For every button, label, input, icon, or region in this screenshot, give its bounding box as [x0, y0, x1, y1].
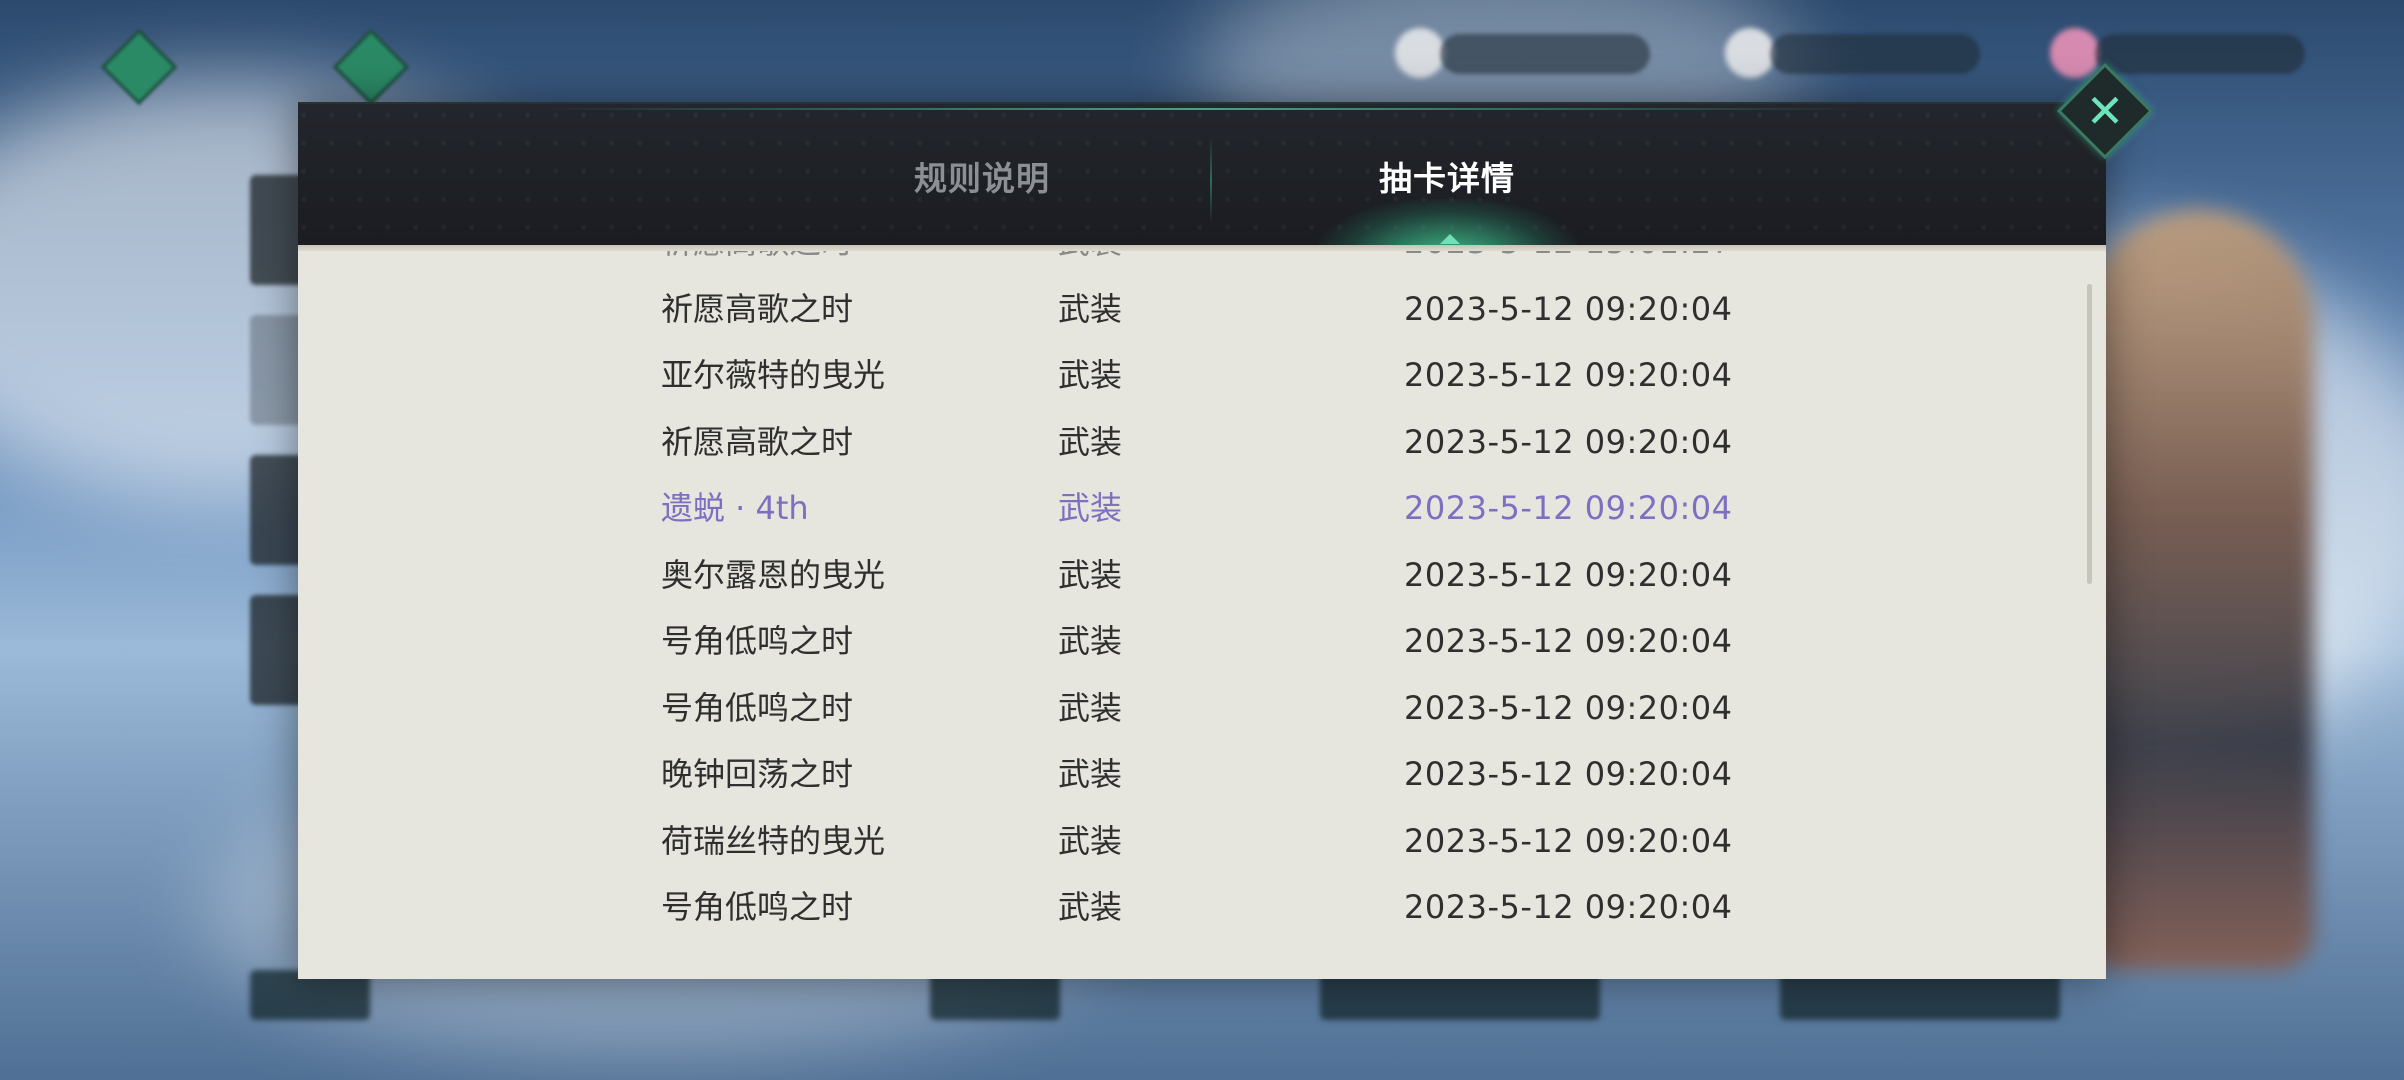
record-row: 遗蜕 · 4th 武装 2023-5-12 09:20:04	[298, 475, 2106, 542]
record-item-type: 武装	[1058, 688, 1123, 727]
record-item-type: 武装	[1058, 289, 1123, 328]
currency-bar	[1770, 34, 1980, 74]
record-item-name: 号角低鸣之时	[661, 688, 854, 727]
record-item-name: 遗蜕 · 4th	[661, 489, 809, 527]
record-time: 2023-5-12 15:01:27	[1404, 251, 1733, 276]
record-time: 2023-5-12 09:20:04	[1404, 755, 1733, 793]
close-x-icon[interactable]: ✕	[2071, 77, 2139, 145]
record-row: 晚钟回荡之时 武装 2023-5-12 09:20:04	[298, 741, 2106, 808]
tab-draw-details[interactable]: 抽卡详情	[1197, 104, 1697, 247]
currency-icon	[1395, 28, 1445, 78]
record-row: 奥尔露恩的曳光 武装 2023-5-12 09:20:04	[298, 542, 2106, 609]
record-time: 2023-5-12 09:20:04	[1404, 821, 1733, 860]
record-row: 号角低鸣之时 武装 2023-5-12 09:20:04	[298, 675, 2106, 742]
record-item-name: 亚尔薇特的曳光	[661, 356, 886, 394]
record-item-type: 武装	[1058, 422, 1123, 461]
record-time: 2023-5-12 09:20:04	[1404, 422, 1733, 461]
record-item-name: 祈愿高歌之时	[661, 251, 853, 276]
record-item-name: 号角低鸣之时	[661, 622, 854, 660]
record-item-type: 武装	[1058, 251, 1122, 276]
record-row: 荷瑞丝特的曳光 武装 2023-5-12 09:20:04	[298, 808, 2106, 875]
record-time: 2023-5-12 09:20:04	[1404, 622, 1733, 660]
record-item-type: 武装	[1058, 356, 1123, 394]
tab-rules[interactable]: 规则说明	[732, 104, 1232, 247]
records-list[interactable]: 祈愿高歌之时武装2023-5-12 15:01:27祈愿高歌之时武装2023-5…	[298, 251, 2106, 979]
record-time: 2023-5-12 09:20:04	[1404, 555, 1733, 594]
currency-icon	[2050, 28, 2100, 78]
currency-icon	[1725, 28, 1775, 78]
scrollbar[interactable]	[2087, 284, 2092, 584]
record-row: 亚尔薇特的曳光 武装 2023-5-12 09:20:04	[298, 342, 2106, 409]
record-time: 2023-5-12 09:20:04	[1404, 356, 1733, 394]
record-row: 号角低鸣之时 武装 2023-5-12 09:20:04	[298, 874, 2106, 941]
record-time: 2023-5-12 09:20:04	[1404, 688, 1733, 727]
record-time: 2023-5-12 09:20:04	[1404, 289, 1733, 328]
record-row: 祈愿高歌之时 武装 2023-5-12 09:20:04	[298, 409, 2106, 476]
character-silhouette	[2084, 210, 2314, 970]
record-item-type: 武装	[1058, 489, 1123, 527]
record-item-name: 祈愿高歌之时	[661, 422, 854, 461]
record-item-name: 荷瑞丝特的曳光	[661, 821, 886, 860]
record-time: 2023-5-12 09:20:04	[1404, 888, 1733, 926]
record-time: 2023-5-12 09:20:04	[1404, 489, 1733, 527]
record-item-type: 武装	[1058, 622, 1123, 660]
record-row: 祈愿高歌之时 武装 2023-5-12 09:20:04	[298, 276, 2106, 343]
record-item-type: 武装	[1058, 755, 1123, 793]
currency-bar	[2095, 34, 2305, 74]
currency-bar	[1440, 34, 1650, 74]
record-item-type: 武装	[1058, 555, 1123, 594]
record-item-name: 晚钟回荡之时	[661, 755, 854, 793]
record-item-type: 武装	[1058, 821, 1123, 860]
records-rows: 祈愿高歌之时武装2023-5-12 15:01:27祈愿高歌之时武装2023-5…	[298, 251, 2106, 941]
record-item-name: 祈愿高歌之时	[661, 289, 854, 328]
record-row: 号角低鸣之时 武装 2023-5-12 09:20:04	[298, 608, 2106, 675]
record-item-type: 武装	[1058, 888, 1123, 926]
gacha-history-dialog: 规则说明 抽卡详情 祈愿高歌之时武装2023-5-12 15:01:27祈愿高歌…	[298, 62, 2154, 979]
record-item-name: 号角低鸣之时	[661, 888, 854, 926]
active-tab-marker	[1440, 234, 1460, 244]
dialog-header: 规则说明 抽卡详情	[298, 102, 2106, 259]
record-item-name: 奥尔露恩的曳光	[661, 555, 886, 594]
record-row: 祈愿高歌之时 武装 2023-5-12 15:01:27	[298, 251, 2106, 276]
